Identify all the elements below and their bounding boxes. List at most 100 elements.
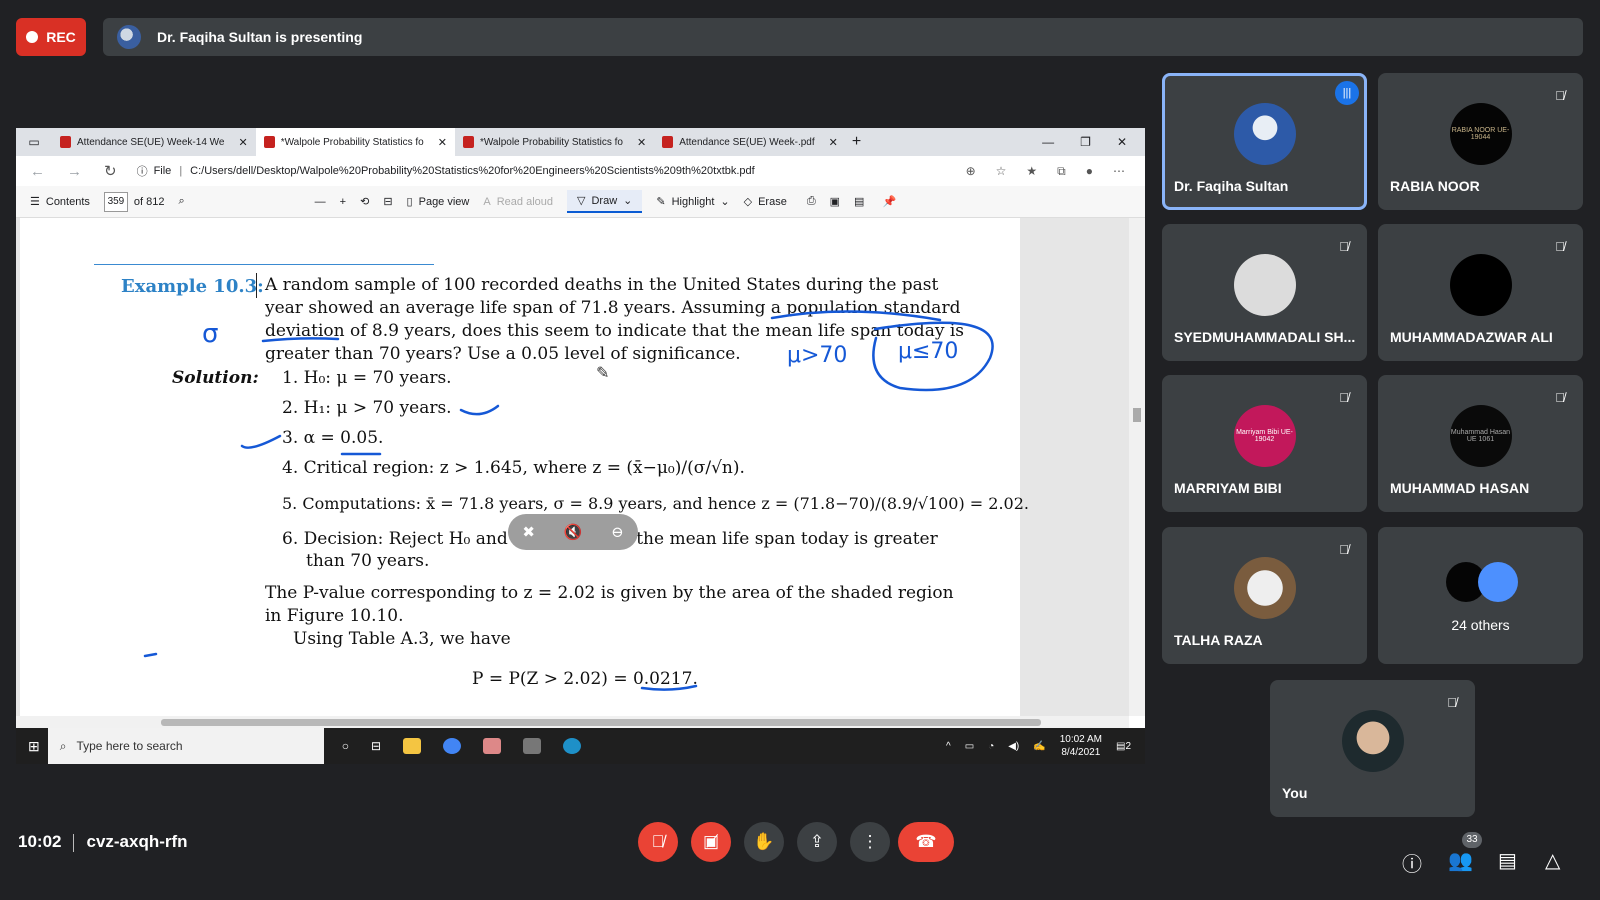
participant-tile[interactable]: 🎙̸ TALHA RAZA [1162, 527, 1367, 664]
tray-chevron-icon[interactable]: ^ [946, 741, 951, 752]
more-vertical-icon: ⋮ [861, 832, 879, 851]
browser-tab-active[interactable]: *Walpole Probability Statistics fo ✕ [255, 128, 455, 156]
minimize-icon[interactable]: — [1042, 135, 1054, 149]
task-view-icon[interactable]: ⊟ [371, 739, 381, 753]
pin-off-icon[interactable]: ✖ [522, 523, 535, 541]
zoom-icon[interactable]: ⊕ [966, 164, 976, 179]
forward-icon[interactable]: → [67, 163, 82, 180]
browser-tab[interactable]: *Walpole Probability Statistics fo ✕ [455, 128, 654, 156]
participant-tile[interactable]: ||| Dr. Faqiha Sultan [1162, 73, 1367, 210]
page-view-button[interactable]: ▯ Page view [407, 195, 470, 209]
cortana-icon[interactable]: ○ [342, 739, 349, 753]
self-tile[interactable]: 🎙̸ You [1270, 680, 1475, 817]
windows-start-icon[interactable]: ⊞ [28, 738, 40, 755]
others-tile[interactable]: 24 others [1378, 527, 1583, 664]
windows-taskbar: ⊞ ⌕ Type here to search ○ ⊟ ^ ▭ ◔ ◀) ✍ 1… [16, 728, 1145, 764]
pdf-page: Example 10.3: A random sample of 100 rec… [20, 218, 1029, 716]
document-viewport[interactable]: Example 10.3: A random sample of 100 rec… [16, 218, 1129, 716]
erase-button[interactable]: ◇ Erase [744, 195, 787, 209]
mic-off-icon: 🎙̸ [1339, 390, 1349, 405]
avatar [1233, 557, 1296, 619]
camera-toggle-button[interactable]: ▣̸ [691, 822, 731, 862]
edge-icon[interactable] [563, 738, 582, 754]
draw-button[interactable]: ▽ Draw ⌄ [567, 190, 643, 213]
restore-icon[interactable]: ❐ [1080, 135, 1091, 149]
remove-icon[interactable]: ⊖ [611, 523, 624, 541]
pen-icon[interactable]: ✍ [1033, 741, 1045, 752]
browser-tab[interactable]: Attendance SE(UE) Week-.pdf ✕ [654, 128, 846, 156]
ink-mu-greater: μ>70 [787, 343, 847, 368]
close-tab-icon[interactable]: ✕ [829, 136, 838, 149]
highlight-button[interactable]: ✎ Highlight ⌄ [656, 195, 729, 209]
close-tab-icon[interactable]: ✕ [637, 136, 646, 149]
present-button[interactable]: ⇪ [797, 822, 837, 862]
record-dot-icon [26, 31, 39, 43]
rotate-icon[interactable]: ⟲ [360, 195, 369, 208]
participant-tile[interactable]: 🎙̸ MUHAMMADAZWAR ALI [1378, 224, 1583, 361]
calculator-icon[interactable] [523, 738, 542, 754]
save-as-icon[interactable]: ▤ [854, 195, 864, 208]
collections-icon[interactable]: ⧉ [1057, 164, 1066, 179]
tab-actions-icon[interactable]: ▭ [16, 135, 52, 149]
participant-tile[interactable]: 🎙̸ RABIA NOOR UE-19044 RABIA NOOR [1378, 73, 1583, 210]
volume-icon[interactable]: ◀) [1008, 741, 1019, 752]
search-icon[interactable]: ⌕ [179, 195, 185, 208]
browser-tab-bar: ▭ Attendance SE(UE) Week-14 We ✕ *Walpol… [16, 128, 1145, 156]
scroll-thumb[interactable] [1133, 408, 1141, 422]
mic-off-icon: 🎙̸ [651, 832, 665, 851]
read-aloud-button[interactable]: A Read aloud [483, 196, 553, 208]
pin-icon[interactable]: 📌 [882, 195, 896, 208]
chat-icon[interactable]: ▤ [1498, 848, 1517, 873]
close-tab-icon[interactable]: ✕ [438, 136, 447, 149]
draw-label: Draw [591, 194, 618, 207]
fit-page-icon[interactable]: ⊟ [383, 195, 392, 208]
back-icon[interactable]: ← [30, 163, 45, 180]
taskbar-search[interactable]: ⌕ Type here to search [47, 728, 324, 764]
browser-tab[interactable]: Attendance SE(UE) Week-14 We ✕ [52, 128, 256, 156]
participant-tile[interactable]: 🎙̸ Marriyam Bibi UE-19042 MARRIYAM BIBI [1162, 375, 1367, 512]
url-input[interactable]: C:/Users/dell/Desktop/Walpole%20Probabil… [190, 165, 755, 177]
print-icon[interactable]: ⎙ [807, 195, 816, 208]
camera-off-icon: ▣̸ [702, 832, 720, 851]
taskbar-clock[interactable]: 10:02 AM 8/4/2021 [1060, 733, 1102, 759]
zoom-out-icon[interactable]: — [315, 196, 326, 208]
app-icon[interactable] [483, 738, 502, 754]
contents-button[interactable]: ☰ Contents [30, 195, 90, 209]
profile-icon[interactable]: ● [1086, 164, 1093, 179]
close-tab-icon[interactable]: ✕ [238, 136, 247, 149]
favorites-list-icon[interactable]: ★ [1026, 164, 1037, 179]
pdf-toolbar: ☰ Contents 359 of 812 ⌕ — + ⟲ ⊟ ▯ Page view… [16, 186, 1145, 218]
close-window-icon[interactable]: ✕ [1117, 135, 1127, 149]
mic-off-icon: 🎙̸ [1555, 390, 1565, 405]
info-icon[interactable]: ⓘ [1402, 848, 1422, 877]
mic-toggle-button[interactable]: 🎙̸ [638, 822, 678, 862]
raise-hand-button[interactable]: ✋ [744, 822, 784, 862]
mute-icon[interactable]: 🔇 [564, 523, 583, 541]
more-options-button[interactable]: ⋮ [850, 822, 890, 862]
chrome-icon[interactable] [443, 738, 462, 754]
activities-icon[interactable]: △ [1545, 848, 1560, 873]
wifi-icon[interactable]: ◔ [988, 741, 994, 752]
leave-call-button[interactable]: ☎ [898, 822, 954, 862]
scroll-thumb[interactable] [161, 719, 1041, 726]
participant-tile[interactable]: 🎙̸ SYEDMUHAMMADALI SH... [1162, 224, 1367, 361]
refresh-icon[interactable]: ↻ [104, 162, 117, 180]
clock-time: 10:02 AM [1059, 734, 1102, 745]
page-number-input[interactable]: 359 [103, 191, 128, 212]
more-icon[interactable]: ⋯ [1113, 164, 1125, 179]
file-explorer-icon[interactable] [403, 738, 422, 754]
notifications-icon[interactable]: ▤2 [1116, 741, 1131, 752]
ink-mu-leq: μ≤70 [898, 339, 958, 364]
zoom-in-icon[interactable]: + [340, 196, 346, 208]
participant-tile[interactable]: 🎙̸ Muhammad Hasan UE 1061 MUHAMMAD HASAN [1378, 375, 1583, 512]
people-icon[interactable]: 👥 [1448, 848, 1473, 873]
horizontal-scrollbar[interactable] [16, 716, 1129, 728]
save-icon[interactable]: ▣ [830, 195, 840, 208]
new-tab-icon[interactable]: + [852, 133, 861, 151]
vertical-scrollbar[interactable] [1129, 218, 1145, 716]
participant-name: TALHA RAZA [1174, 632, 1263, 648]
pdf-icon [462, 136, 474, 148]
battery-icon[interactable]: ▭ [965, 741, 974, 752]
ink-underline [770, 310, 942, 322]
favorite-icon[interactable]: ☆ [996, 164, 1007, 179]
